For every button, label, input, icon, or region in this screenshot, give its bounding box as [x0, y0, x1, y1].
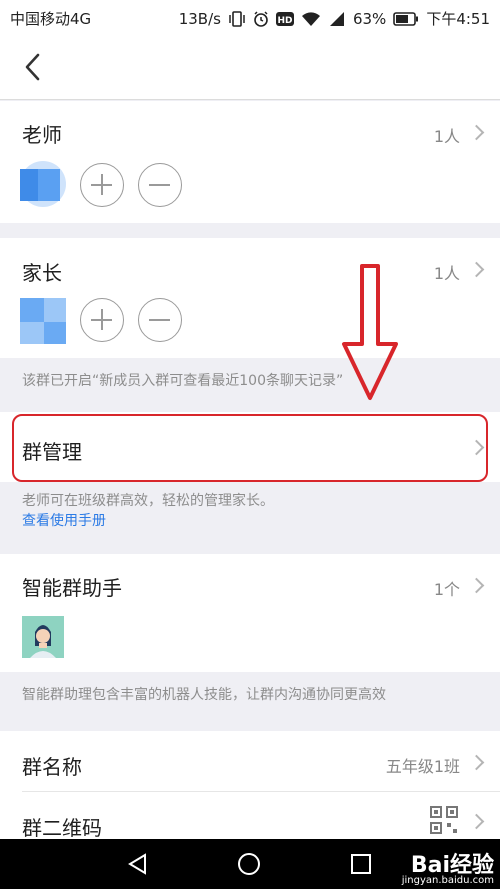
clock: 下午4:51	[426, 10, 490, 28]
annotation-arrow-icon	[342, 264, 398, 400]
remove-parent-button[interactable]	[138, 298, 182, 342]
group-manage-note: 老师可在班级群高效，轻松的管理家长。	[22, 493, 274, 509]
parents-section: 家长 1人	[0, 238, 500, 358]
group-name-row[interactable]: 群名称 五年级1班	[0, 731, 500, 791]
alarm-icon	[254, 10, 268, 27]
battery-icon	[393, 11, 419, 26]
navigation-bar	[0, 34, 500, 100]
teacher-avatar[interactable]	[20, 161, 66, 207]
parents-title: 家长	[22, 261, 62, 285]
qr-code-row[interactable]: 群二维码	[0, 792, 500, 840]
highlight-box	[12, 414, 488, 482]
status-indicators: 13B/s HD 63% 下午4:51	[179, 8, 490, 29]
hd-icon: HD	[275, 11, 294, 26]
qr-code-label: 群二维码	[22, 816, 102, 840]
recent-apps-icon[interactable]	[350, 853, 372, 875]
parents-count[interactable]: 1人	[434, 260, 460, 284]
battery-percent: 63%	[352, 9, 387, 28]
carrier-label: 中国移动4G	[10, 10, 92, 28]
teachers-title: 老师	[22, 123, 62, 147]
history-note: 该群已开启“新成员入群可查看最近100条聊天记录”	[22, 373, 344, 389]
assistant-count[interactable]: 1个	[434, 576, 460, 600]
parent-avatar[interactable]	[20, 298, 66, 344]
signal-icon	[329, 11, 344, 26]
chevron-right-icon[interactable]	[468, 813, 485, 830]
teachers-count[interactable]: 1人	[434, 123, 460, 147]
assistant-note: 智能群助理包含丰富的机器人技能，让群内沟通协同更高效	[22, 687, 386, 703]
assistant-section: 智能群助手 1个	[0, 554, 500, 672]
svg-text:HD: HD	[277, 16, 292, 26]
user-manual-link[interactable]: 查看使用手册	[22, 510, 106, 530]
chevron-right-icon[interactable]	[468, 577, 485, 594]
add-parent-button[interactable]	[80, 298, 124, 342]
group-settings-list: 群名称 五年级1班 群二维码	[0, 731, 500, 840]
status-bar: 中国移动4G 13B/s HD 63% 下午4:51	[0, 0, 500, 34]
assistant-title: 智能群助手	[22, 576, 122, 600]
group-name-value: 五年级1班	[385, 757, 460, 776]
chevron-right-icon[interactable]	[468, 261, 485, 278]
teachers-section: 老师 1人	[0, 101, 500, 223]
back-triangle-icon[interactable]	[126, 852, 150, 876]
wifi-icon	[301, 11, 320, 26]
baidu-watermark: Bai经验 jingyan.baidu.com	[402, 847, 494, 886]
add-teacher-button[interactable]	[80, 163, 124, 207]
system-navigation-bar: Bai经验 jingyan.baidu.com	[0, 839, 500, 889]
back-icon[interactable]	[22, 52, 44, 82]
remove-teacher-button[interactable]	[138, 163, 182, 207]
assistant-avatar[interactable]	[22, 616, 64, 658]
qr-code-icon	[430, 806, 458, 834]
vibrate-icon	[229, 10, 245, 27]
home-circle-icon[interactable]	[237, 852, 261, 876]
watermark-url: jingyan.baidu.com	[401, 875, 494, 886]
group-name-label: 群名称	[22, 755, 82, 779]
chevron-right-icon[interactable]	[468, 754, 485, 771]
network-speed: 13B/s	[178, 9, 221, 28]
chevron-right-icon[interactable]	[468, 124, 485, 141]
